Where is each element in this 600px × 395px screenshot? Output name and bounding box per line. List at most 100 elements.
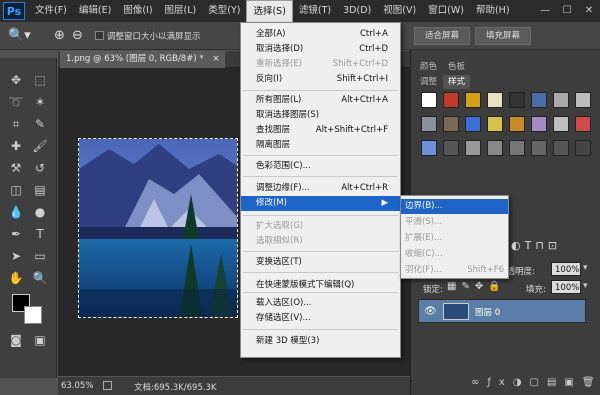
- style-swatch[interactable]: [531, 140, 547, 156]
- select-menu-item-7[interactable]: 隔离图层: [241, 138, 400, 153]
- resize-window-checkbox[interactable]: [95, 31, 104, 40]
- select-menu-item-0[interactable]: 全部(A) Ctrl+A: [241, 27, 400, 42]
- menu-item-4[interactable]: 类型(Y): [202, 0, 246, 22]
- quick-mask-icon[interactable]: ◙: [6, 330, 26, 350]
- modify-submenu-item-0[interactable]: 边界(B)...: [401, 199, 508, 214]
- layer-name[interactable]: 图层 0: [475, 306, 500, 318]
- menu-item-3[interactable]: 图层(L): [159, 0, 203, 22]
- eyedropper-icon[interactable]: ✎: [30, 114, 50, 134]
- shape-tool-icon[interactable]: ▭: [30, 246, 50, 266]
- menu-item-7[interactable]: 3D(D): [337, 0, 377, 22]
- pen-tool-icon[interactable]: ✒: [6, 224, 26, 244]
- style-swatch[interactable]: [421, 116, 437, 132]
- style-swatch[interactable]: [553, 116, 569, 132]
- style-swatch[interactable]: [553, 140, 569, 156]
- menu-item-0[interactable]: 文件(F): [29, 0, 73, 22]
- document-tab[interactable]: 1.png @ 63% (图层 0, RGB/8#) * ×: [60, 51, 226, 68]
- tab-styles[interactable]: 样式: [443, 75, 471, 89]
- select-menu-item-4[interactable]: 所有图层(L) Alt+Ctrl+A: [241, 93, 400, 108]
- zoom-tool-small-icon[interactable]: 🔍: [30, 268, 50, 288]
- type-tool-icon[interactable]: T: [30, 224, 50, 244]
- eraser-tool-icon[interactable]: ◫: [6, 180, 26, 200]
- tab-swatches[interactable]: 色板: [443, 60, 470, 74]
- layer-visibility-icon[interactable]: 👁: [424, 306, 437, 317]
- background-color-swatch[interactable]: [24, 306, 42, 324]
- select-menu-item-14[interactable]: 在快速蒙版模式下编辑(Q): [241, 278, 400, 293]
- move-tool-icon[interactable]: ✥: [6, 70, 26, 90]
- path-select-icon[interactable]: ➤: [6, 246, 26, 266]
- layer-filter-icons[interactable]: ◐T⊓⊡: [511, 239, 599, 253]
- marquee-tool-icon[interactable]: ⬚: [30, 70, 50, 90]
- style-swatch[interactable]: [465, 116, 481, 132]
- style-swatch[interactable]: [531, 92, 547, 108]
- style-swatch[interactable]: [575, 140, 591, 156]
- style-swatch[interactable]: [553, 92, 569, 108]
- fit-screen-button[interactable]: 适合屏幕: [414, 27, 470, 45]
- style-swatch[interactable]: [509, 92, 525, 108]
- menu-item-10[interactable]: 帮助(H): [470, 0, 516, 22]
- status-menu-icon[interactable]: [103, 381, 112, 390]
- style-swatch[interactable]: [443, 140, 459, 156]
- magic-wand-icon[interactable]: ✶: [30, 92, 50, 112]
- minimize-icon[interactable]: —: [534, 0, 556, 22]
- close-icon[interactable]: ✕: [578, 0, 600, 22]
- select-menu-item-9[interactable]: 调整边缘(F)... Alt+Ctrl+R: [241, 181, 400, 196]
- select-menu-item-15[interactable]: 载入选区(O)...: [241, 296, 400, 311]
- style-swatch[interactable]: [487, 116, 503, 132]
- style-swatch[interactable]: [421, 92, 437, 108]
- style-swatch[interactable]: [443, 116, 459, 132]
- lock-icons[interactable]: ▦✎✥🔒: [447, 281, 506, 292]
- zoom-tool-icon[interactable]: 🔍▾: [8, 26, 36, 46]
- select-menu-item-5[interactable]: 取消选择图层(S): [241, 108, 400, 123]
- menu-item-2[interactable]: 图像(I): [117, 0, 158, 22]
- menu-item-8[interactable]: 视图(V): [377, 0, 422, 22]
- select-menu-item-3[interactable]: 反向(I) Shift+Ctrl+I: [241, 72, 400, 87]
- dodge-tool-icon[interactable]: ●: [30, 202, 50, 222]
- screen-mode-icon[interactable]: ▣: [30, 330, 50, 350]
- style-swatch[interactable]: [487, 92, 503, 108]
- fill-screen-button[interactable]: 填充屏幕: [475, 27, 531, 45]
- tab-close-icon[interactable]: ×: [212, 54, 219, 64]
- select-menu-item-13[interactable]: 变换选区(T): [241, 255, 400, 270]
- style-swatch[interactable]: [509, 116, 525, 132]
- select-menu-item-16[interactable]: 存储选区(V)...: [241, 311, 400, 326]
- history-brush-icon[interactable]: ↺: [30, 158, 50, 178]
- style-swatch[interactable]: [575, 116, 591, 132]
- menu-item-5[interactable]: 选择(S): [246, 0, 293, 22]
- style-swatch[interactable]: [421, 140, 437, 156]
- document-image[interactable]: [78, 138, 238, 318]
- opacity-field[interactable]: 100%: [551, 262, 581, 276]
- healing-brush-icon[interactable]: ✚: [6, 136, 26, 156]
- select-menu-item-17[interactable]: 新建 3D 模型(3): [241, 334, 400, 349]
- select-menu-item-6[interactable]: 查找图层 Alt+Shift+Ctrl+F: [241, 123, 400, 138]
- lasso-tool-icon[interactable]: ➰: [6, 92, 26, 112]
- maximize-icon[interactable]: ☐: [556, 0, 578, 22]
- style-swatch[interactable]: [531, 116, 547, 132]
- layer-actions-icons[interactable]: ∞ƒx◑▢▤▣🗑: [471, 377, 600, 388]
- style-swatch[interactable]: [443, 92, 459, 108]
- select-menu-item-10[interactable]: 修改(M) ▶: [241, 196, 400, 211]
- menu-item-6[interactable]: 滤镜(T): [293, 0, 337, 22]
- brush-tool-icon[interactable]: 🖌: [30, 136, 50, 156]
- gradient-tool-icon[interactable]: ▤: [30, 180, 50, 200]
- blur-tool-icon[interactable]: 💧: [6, 202, 26, 222]
- layer-row[interactable]: 👁 图层 0: [418, 299, 586, 323]
- tab-adjustments[interactable]: 调整: [415, 75, 442, 89]
- zoom-in-icon[interactable]: ⊕: [54, 27, 70, 45]
- select-menu-item-8[interactable]: 色彩范围(C)...: [241, 159, 400, 174]
- select-menu-item-1[interactable]: 取消选择(D) Ctrl+D: [241, 42, 400, 57]
- style-swatch[interactable]: [465, 92, 481, 108]
- fill-dropdown-icon[interactable]: ▾: [583, 281, 588, 291]
- zoom-out-icon[interactable]: ⊖: [72, 27, 88, 45]
- tab-color[interactable]: 颜色: [415, 60, 442, 74]
- hand-tool-icon[interactable]: ✋: [6, 268, 26, 288]
- style-swatch[interactable]: [509, 140, 525, 156]
- style-swatch[interactable]: [487, 140, 503, 156]
- clone-stamp-icon[interactable]: ⚒: [6, 158, 26, 178]
- style-swatch[interactable]: [575, 92, 591, 108]
- menu-item-9[interactable]: 窗口(W): [422, 0, 470, 22]
- style-swatch[interactable]: [465, 140, 481, 156]
- menu-item-1[interactable]: 编辑(E): [73, 0, 117, 22]
- fill-field[interactable]: 100%: [551, 280, 581, 294]
- opacity-dropdown-icon[interactable]: ▾: [583, 263, 588, 273]
